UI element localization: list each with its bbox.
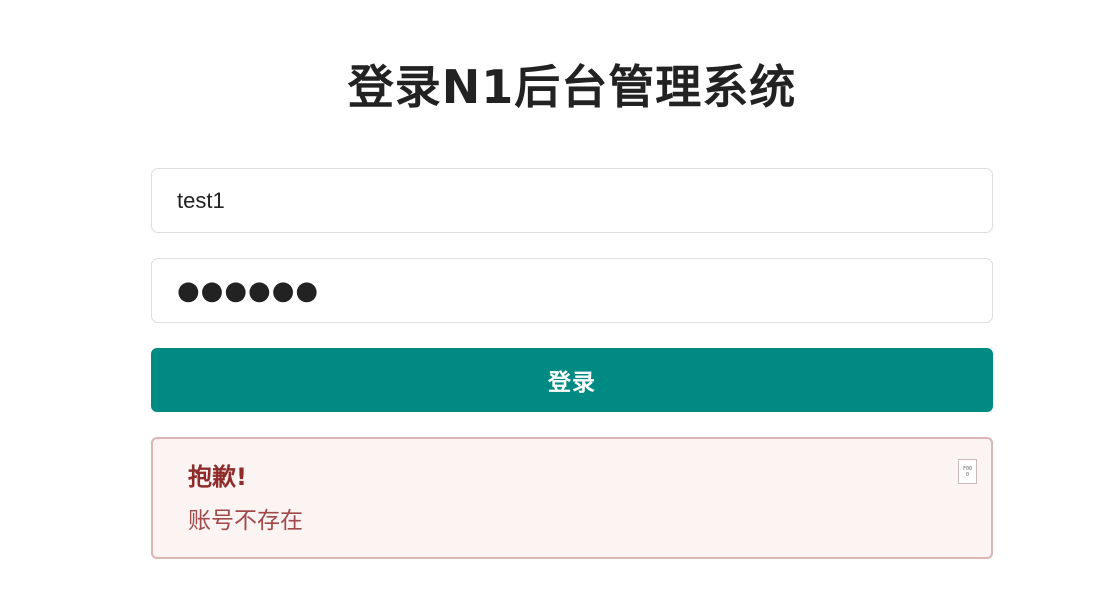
login-button-label: 登录 bbox=[548, 370, 596, 396]
username-input[interactable]: test1 bbox=[151, 168, 993, 233]
username-value: test1 bbox=[177, 187, 225, 213]
close-icon[interactable]: F000 bbox=[958, 459, 977, 484]
alert-message: 账号不存在 bbox=[188, 508, 303, 534]
error-alert: 抱歉! 账号不存在 F000 bbox=[151, 437, 993, 559]
login-page: 登录N1后台管理系统 test1 ●●●●●● 登录 抱歉! 账号不存在 F00… bbox=[0, 0, 1112, 604]
password-value: ●●●●●● bbox=[177, 275, 320, 306]
login-button[interactable]: 登录 bbox=[151, 348, 993, 412]
page-title: 登录N1后台管理系统 bbox=[347, 60, 797, 114]
alert-title: 抱歉! bbox=[188, 463, 247, 491]
password-input[interactable]: ●●●●●● bbox=[151, 258, 993, 323]
